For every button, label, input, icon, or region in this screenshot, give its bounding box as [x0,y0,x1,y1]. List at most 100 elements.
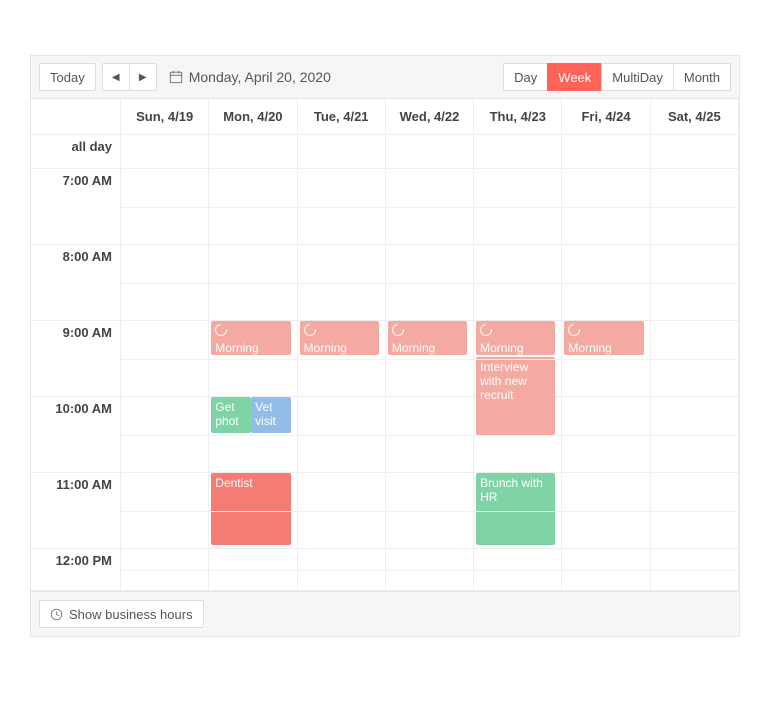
time-slot[interactable] [474,549,562,591]
time-slot[interactable]: Dentist [209,473,297,549]
view-month[interactable]: Month [673,63,731,91]
event-dentist[interactable]: Dentist [211,473,290,545]
chevron-left-icon: ◀ [112,72,120,83]
day-header[interactable]: Wed, 4/22 [386,99,474,135]
day-header[interactable]: Fri, 4/24 [562,99,650,135]
time-slot[interactable] [651,245,739,321]
time-slot[interactable] [651,473,739,549]
business-hours-toggle[interactable]: Show business hours [39,600,204,628]
event-title: Morning [304,341,347,355]
time-slot[interactable] [298,397,386,473]
time-slot[interactable] [651,397,739,473]
recurrence-icon [478,322,495,339]
event-morning[interactable]: Morning [388,321,467,355]
time-slot[interactable] [121,245,209,321]
time-slot[interactable]: Brunch with HR [474,473,562,549]
time-slot[interactable]: Morning [298,321,386,397]
time-grid: 7:00 AM 8:00 AM 9:00 AM Morning Morning … [31,169,739,591]
event-morning[interactable]: Morning [211,321,290,355]
scheduler: Today ◀ ▶ Monday, April 20, 2020 Day Wee… [30,55,740,637]
time-slot[interactable]: Morning Interview with new recruit [474,321,562,397]
allday-slot[interactable] [121,135,209,169]
time-slot[interactable] [209,245,297,321]
event-vet[interactable]: Vet visit [251,397,290,433]
date-text: Monday, April 20, 2020 [189,69,331,85]
time-slot[interactable] [386,397,474,473]
nav-group: ◀ ▶ [102,63,157,91]
time-slot[interactable] [386,549,474,591]
time-slot[interactable] [386,169,474,245]
allday-slot[interactable] [562,135,650,169]
view-day[interactable]: Day [503,63,548,91]
event-title: Vet visit [255,400,276,428]
business-hours-label: Show business hours [69,607,193,622]
time-slot[interactable] [651,321,739,397]
event-morning[interactable]: Morning [564,321,643,355]
recurrence-icon [566,322,583,339]
time-slot[interactable]: Get phot Vet visit [209,397,297,473]
event-title: Morning [568,341,611,355]
current-date[interactable]: Monday, April 20, 2020 [169,69,331,85]
time-slot[interactable] [298,549,386,591]
day-header[interactable]: Mon, 4/20 [209,99,297,135]
time-slot[interactable] [474,397,562,473]
time-slot[interactable] [209,549,297,591]
time-slot[interactable] [298,245,386,321]
time-slot[interactable]: Morning [562,321,650,397]
event-brunch[interactable]: Brunch with HR [476,473,555,545]
time-slot[interactable] [562,245,650,321]
view-multiday[interactable]: MultiDay [601,63,674,91]
time-slot[interactable] [121,169,209,245]
time-slot[interactable] [386,473,474,549]
view-switcher: Day Week MultiDay Month [503,63,731,91]
time-slot[interactable] [562,397,650,473]
event-morning[interactable]: Morning [476,321,555,355]
recurrence-icon [213,322,230,339]
time-slot[interactable] [474,169,562,245]
time-slot[interactable] [121,397,209,473]
time-slot[interactable] [121,549,209,591]
event-morning[interactable]: Morning [300,321,379,355]
allday-slot[interactable] [209,135,297,169]
time-slot[interactable] [386,245,474,321]
allday-slot[interactable] [651,135,739,169]
event-title: Morning [215,341,258,355]
time-label: 10:00 AM [31,397,121,473]
day-header[interactable]: Thu, 4/23 [474,99,562,135]
time-slot[interactable] [562,549,650,591]
event-title: Morning [480,341,523,355]
time-slot[interactable] [209,169,297,245]
time-slot[interactable]: Morning [386,321,474,397]
view-week[interactable]: Week [547,63,602,91]
day-header[interactable]: Tue, 4/21 [298,99,386,135]
day-header-row: Sun, 4/19 Mon, 4/20 Tue, 4/21 Wed, 4/22 … [31,99,739,135]
time-label: 12:00 PM [31,549,121,591]
recurrence-icon [301,322,318,339]
day-header[interactable]: Sun, 4/19 [121,99,209,135]
allday-slot[interactable] [474,135,562,169]
time-slot[interactable] [298,473,386,549]
corner-cell [31,99,121,135]
allday-slot[interactable] [298,135,386,169]
time-slot[interactable]: Morning [209,321,297,397]
event-title: Morning [392,341,435,355]
time-slot[interactable] [651,169,739,245]
time-slot[interactable] [474,245,562,321]
clock-icon [50,608,63,621]
time-slot[interactable] [121,321,209,397]
prev-button[interactable]: ◀ [102,63,130,91]
next-button[interactable]: ▶ [129,63,157,91]
footer: Show business hours [31,591,739,636]
today-button[interactable]: Today [39,63,96,91]
day-header[interactable]: Sat, 4/25 [651,99,739,135]
time-slot[interactable] [298,169,386,245]
time-slot[interactable] [121,473,209,549]
toolbar: Today ◀ ▶ Monday, April 20, 2020 Day Wee… [31,56,739,99]
event-get-phot[interactable]: Get phot [211,397,251,433]
time-slot[interactable] [562,169,650,245]
chevron-right-icon: ▶ [139,72,147,83]
allday-slot[interactable] [386,135,474,169]
time-slot[interactable] [651,549,739,591]
time-slot[interactable] [562,473,650,549]
time-label: 7:00 AM [31,169,121,245]
